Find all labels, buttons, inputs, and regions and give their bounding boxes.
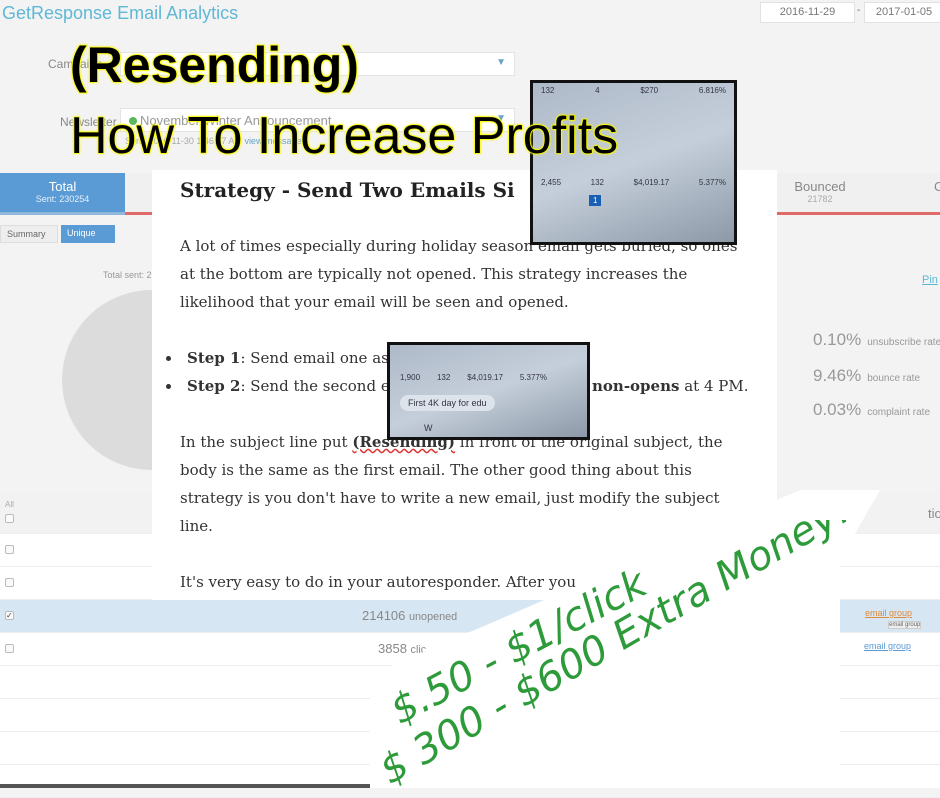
row-checkbox[interactable] bbox=[5, 545, 14, 554]
all-label: All bbox=[5, 500, 14, 509]
summary-button[interactable]: Summary bbox=[0, 225, 58, 243]
app-title: GetResponse Email Analytics bbox=[2, 3, 239, 23]
tab-total[interactable]: Total Sent: 230254 bbox=[0, 173, 125, 215]
tab-bounced-value: 21782 bbox=[807, 194, 833, 204]
date-separator: - bbox=[857, 5, 861, 16]
date-from-input[interactable]: 2016-11-29 bbox=[760, 2, 855, 23]
note-line-2: $ 300 - $600 Extra Money! bbox=[372, 520, 859, 788]
tab-bounced[interactable]: Bounced 21782 bbox=[780, 173, 860, 215]
tab-bounced-label: Bounced bbox=[794, 179, 846, 194]
row-checkbox[interactable] bbox=[5, 644, 14, 653]
total-sent-label: Total sent: 2 bbox=[103, 270, 152, 280]
page-button: 1 bbox=[589, 195, 602, 206]
stat-unsubscribe: 0.10% unsubscribe rate bbox=[813, 330, 940, 349]
overlay-title-resending: (Resending) bbox=[69, 36, 359, 94]
tab-total-sent: Sent: 230254 bbox=[35, 194, 90, 204]
tab-next[interactable]: C bbox=[934, 179, 940, 194]
row-checkbox[interactable] bbox=[5, 578, 14, 587]
chevron-down-icon: ▼ bbox=[496, 57, 506, 68]
actions-header: tion bbox=[928, 506, 940, 521]
message-bubble: First 4K day for edu bbox=[400, 395, 495, 411]
phone-photo-2: 1,900 132 $4,019.17 5.377% First 4K day for… bbox=[387, 342, 590, 440]
row-checkbox[interactable]: ✓ bbox=[5, 611, 14, 620]
select-all-checkbox[interactable] bbox=[5, 514, 14, 523]
date-to-input[interactable]: 2017-01-05 bbox=[864, 2, 940, 23]
stat-complaint: 0.03% complaint rate bbox=[813, 400, 931, 419]
pin-link[interactable]: Pin bbox=[922, 274, 938, 286]
message-input: W bbox=[424, 423, 433, 433]
unique-button[interactable]: Unique bbox=[61, 225, 115, 243]
tab-total-label: Total bbox=[48, 179, 77, 194]
scrollbar[interactable] bbox=[0, 784, 370, 788]
stat-bounce: 9.46% bounce rate bbox=[813, 366, 921, 385]
overlay-title-profits: How To Increase Profits bbox=[69, 106, 619, 166]
step-2-end: at 4 PM. bbox=[679, 377, 749, 395]
handwritten-note-text: $.50 - $1/click $ 300 - $600 Extra Money… bbox=[372, 520, 859, 788]
